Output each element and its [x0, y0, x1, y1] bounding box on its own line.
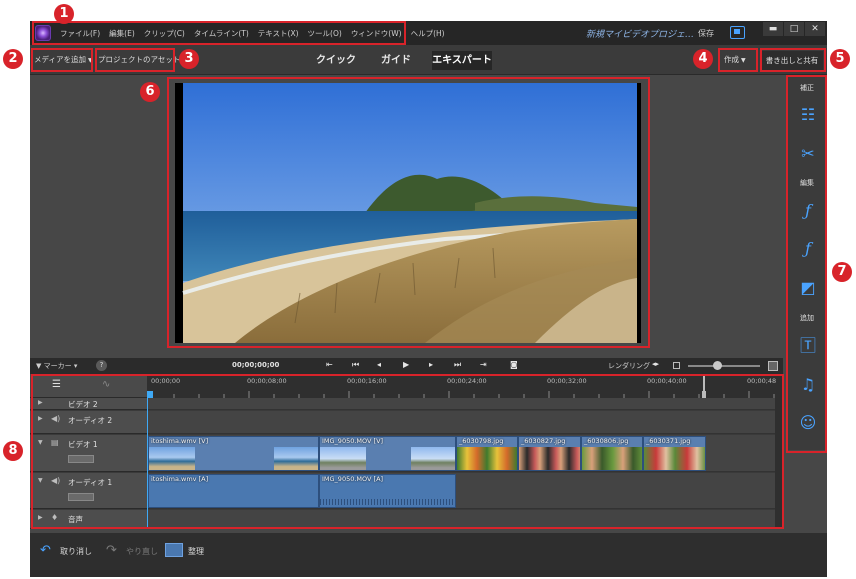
save-button[interactable]: 保存 [698, 28, 714, 39]
callout-badge-8: 8 [3, 441, 23, 461]
callout-badge-4: 4 [693, 49, 713, 69]
fullscreen-icon[interactable] [730, 26, 745, 39]
callout-box-2 [31, 48, 93, 72]
callout-box-8 [31, 374, 784, 529]
clip-name: _6030827.jpg [521, 437, 566, 445]
tab-quick[interactable]: クイック [313, 51, 359, 70]
status-bar: ↶ 取り消し ↷ やり直し 整理 [30, 533, 827, 577]
callout-badge-7: 7 [832, 262, 852, 282]
goto-next-edit-icon[interactable]: ⇥ [480, 360, 487, 369]
goto-start-icon[interactable]: ⏮ [352, 360, 359, 370]
callout-badge-5: 5 [830, 49, 850, 69]
clip-name: _6030798.jpg [459, 437, 504, 445]
clip-name: itoshima.wmv [A] [151, 475, 209, 483]
callout-box-7 [786, 75, 827, 453]
callout-badge-6: 6 [140, 82, 160, 102]
callout-badge-2: 2 [3, 49, 23, 69]
callout-box-5 [760, 48, 826, 72]
organizer-icon[interactable] [165, 543, 183, 557]
close-button[interactable]: ✕ [805, 22, 825, 36]
minimize-button[interactable]: ▬ [763, 22, 783, 36]
maximize-button[interactable]: □ [784, 22, 804, 36]
project-name: 新規マイビデオプロジェ… [586, 30, 695, 40]
help-icon[interactable]: ? [96, 360, 107, 371]
menu-help[interactable]: ヘルプ(H) [411, 28, 445, 39]
organizer-button[interactable]: 整理 [188, 546, 204, 557]
current-timecode[interactable]: 00;00;00;00 [232, 361, 279, 369]
goto-previous-edit-icon[interactable]: ⇤ [326, 360, 333, 369]
redo-icon[interactable]: ↷ [106, 543, 117, 558]
clip-name: _6030806.jpg [584, 437, 629, 445]
zoom-out-icon[interactable] [673, 362, 680, 369]
render-button[interactable]: レンダリング [608, 361, 650, 371]
clip-name: _6030371.jpg [646, 437, 691, 445]
callout-badge-3: 3 [179, 49, 199, 69]
undo-icon[interactable]: ↶ [40, 543, 51, 558]
callout-badge-1: 1 [54, 4, 74, 24]
play-icon[interactable]: ▶ [403, 360, 409, 369]
transport-bar: ▼ マーカー ▾ ? 00;00;00;00 ⇤ ⏮ ◂ ▶ ▸ ⏭ ⇥ ◙ レ… [30, 358, 783, 374]
redo-button[interactable]: やり直し [126, 546, 158, 557]
zoom-slider-track[interactable] [688, 365, 760, 367]
zoom-slider-handle[interactable] [713, 361, 722, 370]
zoom-in-icon[interactable] [768, 361, 778, 371]
clip-name: IMG_9050.MOV [V] [322, 437, 384, 445]
callout-box-3 [95, 48, 175, 72]
undo-button[interactable]: 取り消し [60, 546, 92, 557]
goto-end-icon[interactable]: ⏭ [454, 360, 461, 370]
tab-expert[interactable]: エキスパート [432, 51, 492, 70]
tab-guided[interactable]: ガイド [376, 51, 416, 70]
clip-name: IMG_9050.MOV [A] [322, 475, 384, 483]
callout-box-1 [32, 21, 406, 45]
camera-snapshot-icon[interactable]: ◙ [510, 360, 518, 369]
callout-box-6 [167, 77, 650, 348]
step-forward-icon[interactable]: ▸ [429, 360, 433, 369]
callout-box-4 [718, 48, 758, 72]
marker-menu[interactable]: ▼ マーカー ▾ [36, 361, 77, 371]
step-back-icon[interactable]: ◂ [377, 360, 381, 369]
marker-label: マーカー [43, 362, 72, 370]
fit-icon[interactable]: ◂▸ [652, 360, 659, 368]
clip-name: itoshima.wmv [V] [151, 437, 209, 445]
